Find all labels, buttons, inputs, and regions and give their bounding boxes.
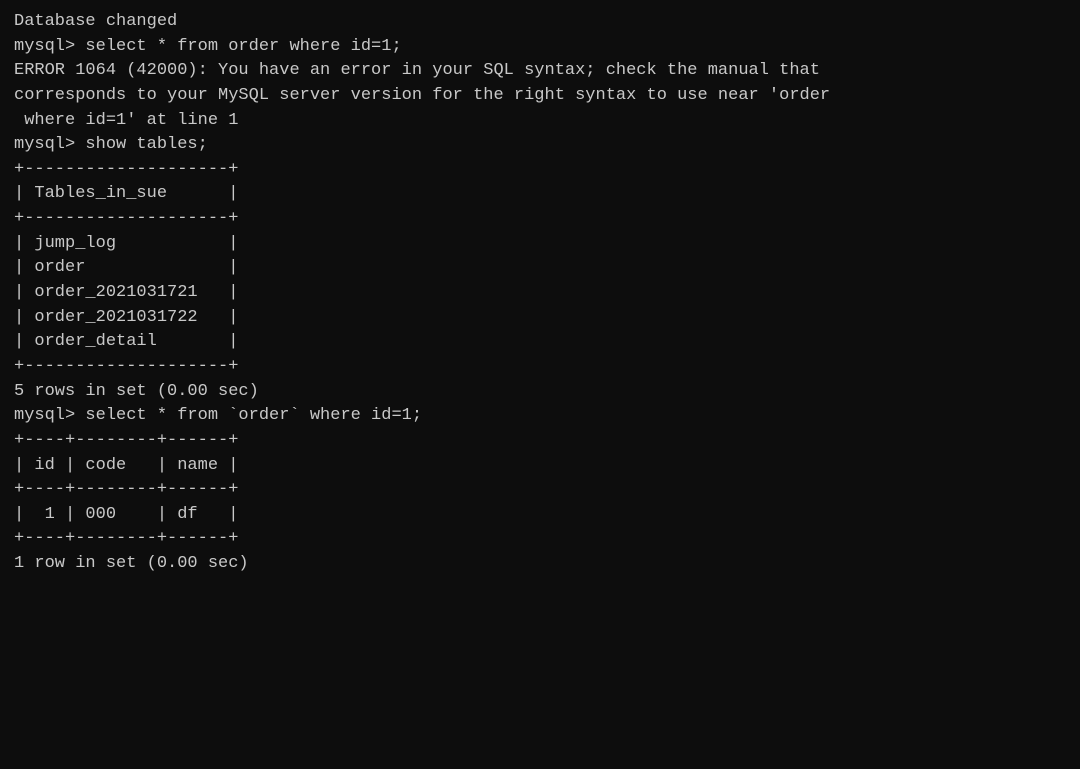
- terminal-line: +--------------------+: [14, 158, 1066, 183]
- terminal-line: +----+--------+------+: [14, 527, 1066, 552]
- terminal-line: | order_detail |: [14, 330, 1066, 355]
- terminal-line: 1 row in set (0.00 sec): [14, 552, 1066, 577]
- terminal-line: ERROR 1064 (42000): You have an error in…: [14, 59, 1066, 84]
- terminal-line: | 1 | 000 | df |: [14, 503, 1066, 528]
- terminal-line: | id | code | name |: [14, 454, 1066, 479]
- terminal-line: | Tables_in_sue |: [14, 182, 1066, 207]
- terminal-line: | order |: [14, 256, 1066, 281]
- terminal-line: mysql> select * from `order` where id=1;: [14, 404, 1066, 429]
- terminal-line: | order_2021031721 |: [14, 281, 1066, 306]
- terminal-line: mysql> select * from order where id=1;: [14, 35, 1066, 60]
- terminal-line: where id=1' at line 1: [14, 109, 1066, 134]
- terminal-line: 5 rows in set (0.00 sec): [14, 380, 1066, 405]
- terminal-line: +----+--------+------+: [14, 429, 1066, 454]
- terminal-output: Database changedmysql> select * from ord…: [14, 10, 1066, 577]
- terminal-line: mysql> show tables;: [14, 133, 1066, 158]
- terminal-line: +--------------------+: [14, 207, 1066, 232]
- terminal-line: +----+--------+------+: [14, 478, 1066, 503]
- terminal-line: | jump_log |: [14, 232, 1066, 257]
- terminal-line: +--------------------+: [14, 355, 1066, 380]
- terminal-line: corresponds to your MySQL server version…: [14, 84, 1066, 109]
- terminal-line: Database changed: [14, 10, 1066, 35]
- terminal-line: | order_2021031722 |: [14, 306, 1066, 331]
